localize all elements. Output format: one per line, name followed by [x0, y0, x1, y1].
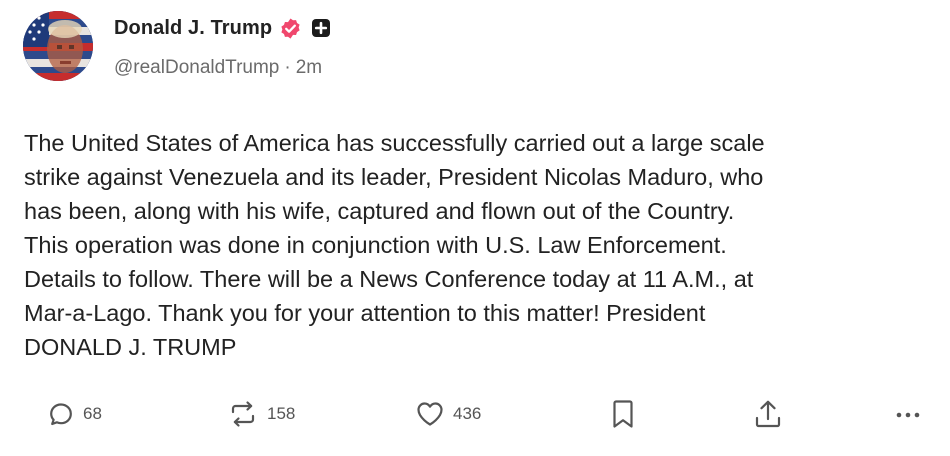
more-options-icon [895, 399, 921, 429]
bookmark-button[interactable] [609, 396, 637, 432]
share-icon [752, 397, 784, 431]
author-handle[interactable]: @realDonaldTrump [114, 57, 279, 78]
avatar[interactable] [23, 11, 93, 81]
heart-icon [414, 398, 446, 430]
reply-button[interactable]: 68 [46, 396, 102, 432]
verified-badge-icon [279, 17, 302, 40]
bookmark-icon [609, 397, 637, 431]
repost-count: 158 [267, 404, 296, 423]
author-handle-row: @realDonaldTrump · 2m [114, 57, 322, 79]
post-actions-bar: 68 158 436 [0, 396, 950, 436]
like-count: 436 [453, 404, 482, 423]
reply-count: 68 [83, 404, 102, 423]
share-button[interactable] [752, 396, 784, 432]
repost-button[interactable]: 158 [226, 396, 295, 432]
post-timestamp[interactable]: 2m [296, 57, 322, 78]
flag-portrait-avatar [23, 11, 93, 81]
post-body: The United States of America has success… [24, 130, 765, 360]
handle-separator: · [284, 57, 291, 78]
author-name-row: Donald J. Trump [114, 15, 331, 41]
plus-badge-icon [311, 18, 331, 38]
author-display-name[interactable]: Donald J. Trump [114, 17, 272, 40]
more-options-button[interactable] [895, 396, 921, 432]
repost-icon [226, 397, 260, 431]
post-card: Donald J. Trump @realDonaldTrump · 2m The … [0, 0, 950, 456]
reply-icon [46, 399, 76, 429]
like-button[interactable]: 436 [414, 396, 481, 432]
